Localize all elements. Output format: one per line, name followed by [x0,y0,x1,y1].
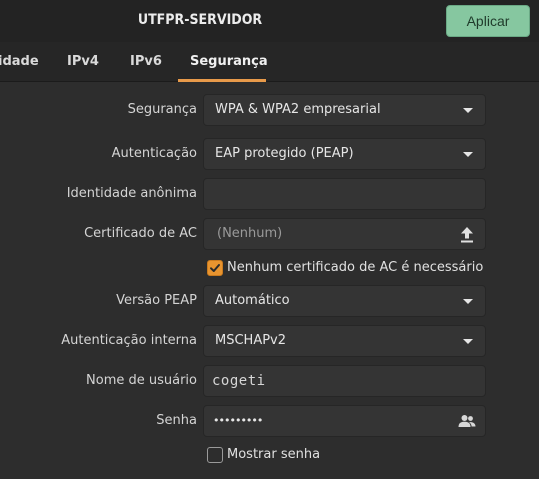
no-ca-required-checkbox-row[interactable]: Nenhum certificado de AC é necessário [207,259,507,277]
username-label: Nome de usuário [86,373,197,388]
upload-icon[interactable] [460,226,474,243]
ca-certificate-picker[interactable]: (Nenhum) [203,218,486,250]
tab-ipv4[interactable]: IPv4 [67,42,99,82]
security-value: WPA & WPA2 empresarial [215,102,381,117]
show-password-checkbox-row[interactable]: Mostrar senha [207,446,347,464]
tab-security[interactable]: Segurança [190,42,268,82]
chevron-down-icon [463,108,473,113]
apply-button[interactable]: Aplicar [446,5,530,37]
username-input[interactable]: cogeti [203,365,486,397]
security-label: Segurança [127,102,197,117]
authentication-select[interactable]: EAP protegido (PEAP) [203,138,486,170]
inner-auth-value: MSCHAPv2 [215,333,287,348]
tab-ipv6[interactable]: IPv6 [130,42,162,82]
header-bar: UTFPR-SERVIDOR Aplicar [0,0,539,42]
no-ca-required-label: Nenhum certificado de AC é necessário [227,260,484,275]
show-password-label: Mostrar senha [227,447,321,462]
username-value: cogeti [212,373,266,389]
chevron-down-icon [463,152,473,157]
no-ca-required-checkbox[interactable] [207,260,223,276]
users-icon[interactable] [458,414,476,428]
peap-version-select[interactable]: Automático [203,285,486,317]
authentication-value: EAP protegido (PEAP) [215,146,354,161]
tab-bar: idade IPv4 IPv6 Segurança [0,42,539,82]
inner-auth-label: Autenticação interna [61,333,197,348]
anonymous-identity-label: Identidade anônima [66,186,197,201]
inner-auth-select[interactable]: MSCHAPv2 [203,325,486,357]
authentication-label: Autenticação [111,146,197,161]
check-icon [210,264,220,272]
chevron-down-icon [463,299,473,304]
network-settings-window: UTFPR-SERVIDOR Aplicar idade IPv4 IPv6 S… [0,0,539,479]
show-password-checkbox[interactable] [207,447,223,463]
anonymous-identity-input[interactable] [203,178,486,210]
ca-certificate-value: (Nenhum) [217,226,283,241]
tab-identity[interactable]: idade [0,42,39,82]
chevron-down-icon [463,339,473,344]
security-select[interactable]: WPA & WPA2 empresarial [203,94,486,126]
window-title: UTFPR-SERVIDOR [137,12,263,28]
peap-version-value: Automático [215,293,290,308]
password-value: ••••••••• [213,414,263,427]
active-tab-indicator [178,79,266,82]
password-label: Senha [156,413,197,428]
ca-certificate-label: Certificado de AC [84,226,197,241]
peap-version-label: Versão PEAP [116,293,197,308]
password-input[interactable]: ••••••••• [203,405,486,437]
